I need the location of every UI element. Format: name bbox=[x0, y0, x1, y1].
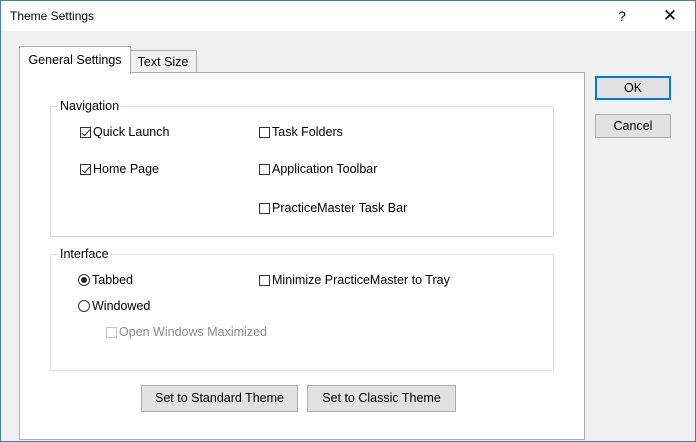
checkbox-disabled-icon bbox=[106, 326, 117, 338]
checkbox-unchecked-icon[interactable] bbox=[259, 126, 270, 138]
windowed-radio[interactable]: Windowed bbox=[78, 298, 150, 314]
tabbed-radio[interactable]: Tabbed bbox=[78, 272, 133, 288]
navigation-group-label: Navigation bbox=[58, 98, 122, 114]
window-title: Theme Settings bbox=[10, 9, 95, 23]
ok-button[interactable]: OK bbox=[595, 76, 671, 100]
minimize-to-tray-checkbox[interactable]: Minimize PracticeMaster to Tray bbox=[259, 272, 450, 288]
set-classic-theme-button[interactable]: Set to Classic Theme bbox=[307, 385, 456, 412]
tab-general-settings[interactable]: General Settings bbox=[19, 46, 131, 74]
radio-unselected-icon[interactable] bbox=[78, 300, 90, 312]
navigation-group: Navigation Quick Launch Task Folders Hom… bbox=[50, 98, 554, 237]
open-windows-maximized-label: Open Windows Maximized bbox=[119, 325, 267, 339]
home-page-checkbox[interactable]: Home Page bbox=[80, 161, 159, 177]
quick-launch-checkbox[interactable]: Quick Launch bbox=[80, 124, 169, 140]
title-bar: Theme Settings ? ✕ bbox=[1, 1, 695, 31]
interface-group: Interface Tabbed Minimize PracticeMaster… bbox=[50, 246, 554, 371]
cancel-button[interactable]: Cancel bbox=[595, 114, 671, 138]
checkbox-unchecked-icon[interactable] bbox=[259, 163, 270, 175]
checkbox-checked-icon[interactable] bbox=[80, 126, 91, 138]
minimize-to-tray-label: Minimize PracticeMaster to Tray bbox=[272, 273, 450, 287]
application-toolbar-label: Application Toolbar bbox=[272, 162, 378, 176]
checkbox-unchecked-icon[interactable] bbox=[259, 274, 270, 286]
set-standard-theme-button[interactable]: Set to Standard Theme bbox=[141, 385, 298, 412]
task-folders-label: Task Folders bbox=[272, 125, 343, 139]
close-icon[interactable]: ✕ bbox=[657, 4, 683, 28]
theme-settings-dialog: Theme Settings ? ✕ General Settings Text… bbox=[0, 0, 696, 442]
radio-selected-icon[interactable] bbox=[78, 274, 90, 286]
help-button[interactable]: ? bbox=[609, 4, 635, 28]
tab-text-size[interactable]: Text Size bbox=[129, 50, 197, 73]
application-toolbar-checkbox[interactable]: Application Toolbar bbox=[259, 161, 377, 177]
windowed-label: Windowed bbox=[92, 299, 151, 313]
home-page-label: Home Page bbox=[93, 162, 160, 176]
dialog-body: General Settings Text Size Navigation Qu… bbox=[1, 31, 695, 441]
general-settings-panel: Navigation Quick Launch Task Folders Hom… bbox=[19, 72, 585, 440]
checkbox-checked-icon[interactable] bbox=[80, 163, 91, 175]
tabbed-label: Tabbed bbox=[92, 273, 134, 287]
interface-group-label: Interface bbox=[58, 246, 111, 262]
open-windows-maximized-checkbox: Open Windows Maximized bbox=[106, 324, 267, 340]
task-folders-checkbox[interactable]: Task Folders bbox=[259, 124, 343, 140]
practicemaster-task-bar-label: PracticeMaster Task Bar bbox=[272, 201, 408, 215]
checkbox-unchecked-icon[interactable] bbox=[259, 202, 270, 214]
quick-launch-label: Quick Launch bbox=[93, 125, 170, 139]
practicemaster-task-bar-checkbox[interactable]: PracticeMaster Task Bar bbox=[259, 200, 407, 216]
